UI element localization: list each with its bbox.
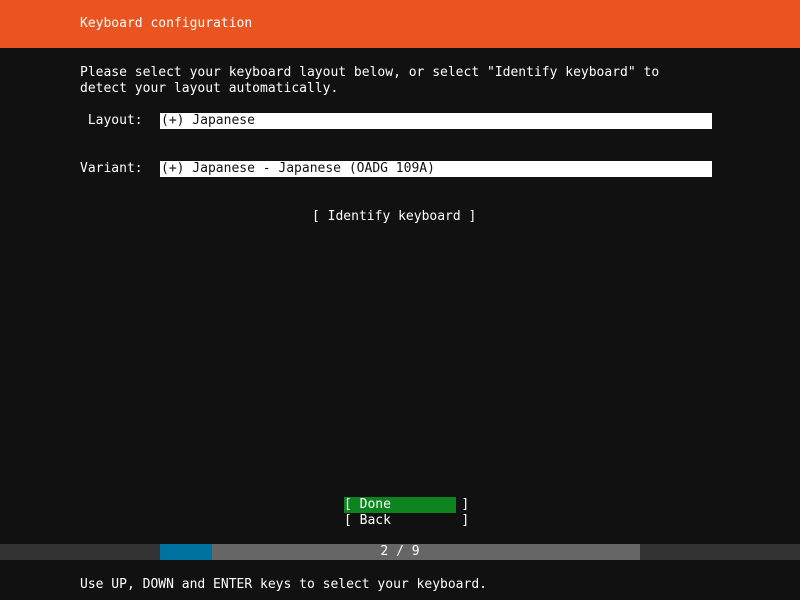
help-text: Use UP, DOWN and ENTER keys to select yo… [80,577,487,592]
description-line-2: detect your layout automatically. [80,81,339,96]
description-line-1: Please select your keyboard layout below… [80,65,660,80]
identify-keyboard-button[interactable]: [ Identify keyboard ] [312,209,476,225]
layout-label: Layout: [80,113,143,128]
page-title: Keyboard configuration [80,16,253,31]
progress-bar: 2 / 9 [160,544,640,560]
layout-select[interactable]: (+) Japanese [160,113,712,129]
variant-label: Variant: [80,161,143,176]
variant-select[interactable]: (+) Japanese - Japanese (OADG 109A) [160,161,712,177]
progress-text: 2 / 9 [380,544,420,559]
status-bar: 2 / 9 [0,544,800,560]
done-button[interactable]: [ Done ] [344,497,469,513]
back-button[interactable]: [ Back ] [344,513,469,529]
header-bar: Keyboard configuration [0,0,800,48]
